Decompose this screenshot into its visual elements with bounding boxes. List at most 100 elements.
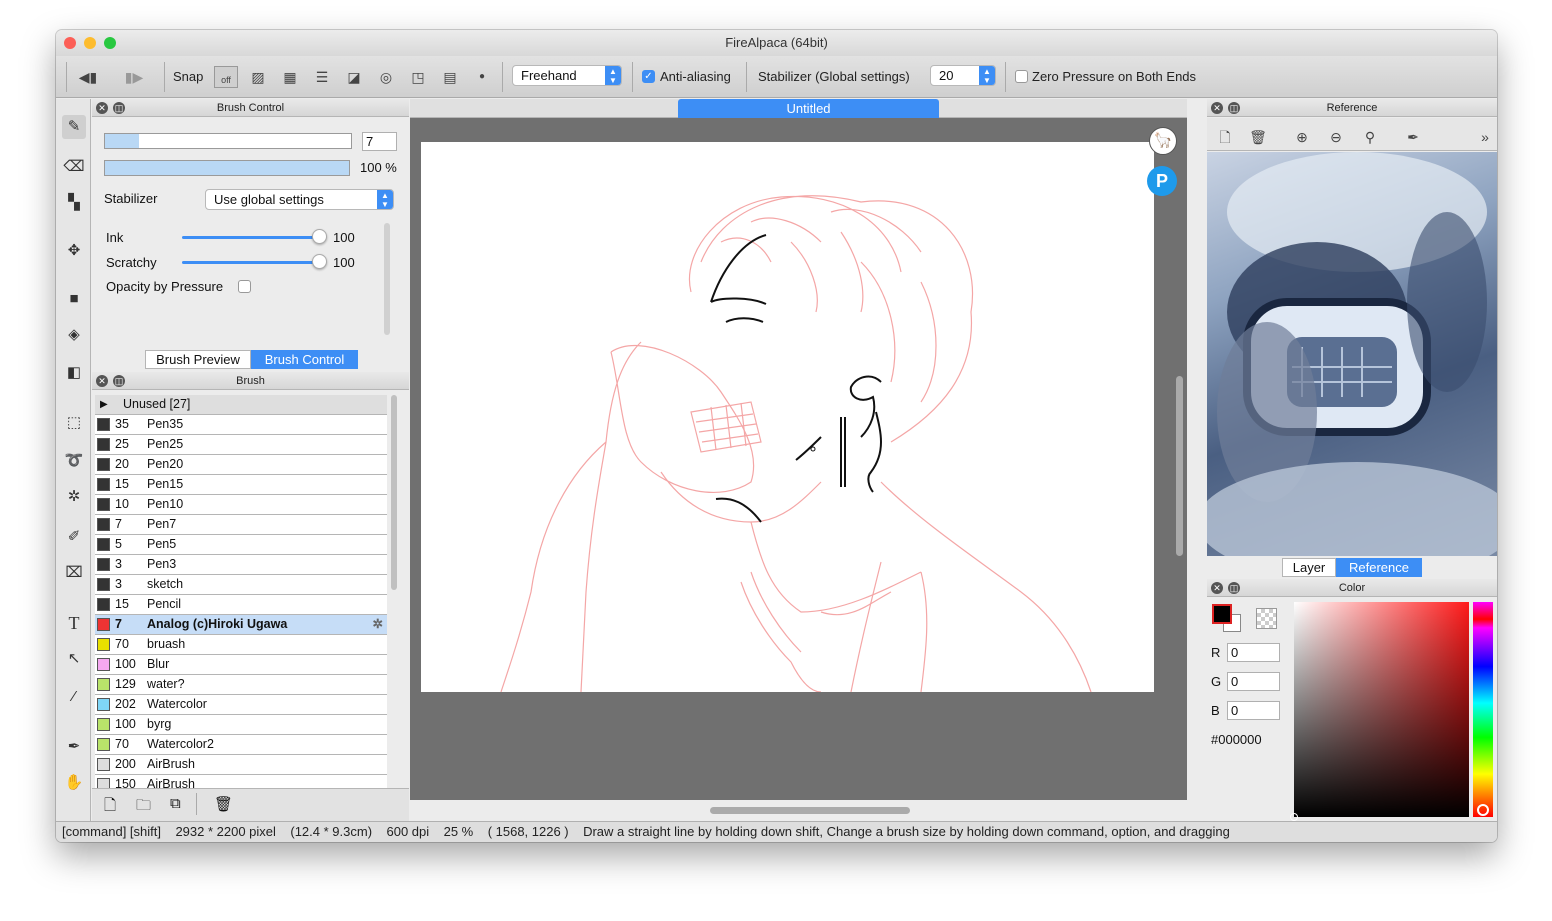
fill-shape-tool-icon[interactable]: ■ — [62, 287, 86, 311]
eyedropper-icon[interactable]: ✒ — [1403, 127, 1423, 147]
snap-3d-icon[interactable]: ▤ — [438, 66, 462, 88]
scratchy-slider-knob[interactable] — [312, 254, 327, 269]
reference-image[interactable] — [1207, 152, 1497, 556]
brush-list-item[interactable]: 70 bruash — [95, 635, 387, 655]
new-reference-icon[interactable]: 🗋 — [1215, 127, 1235, 147]
ink-slider-knob[interactable] — [312, 229, 327, 244]
brush-list-item[interactable]: 7 Pen7 — [95, 515, 387, 535]
select-pen-tool-icon[interactable]: ✐ — [62, 525, 86, 549]
close-panel-icon[interactable]: ✕ — [96, 102, 108, 114]
snap-curve-icon[interactable]: ◳ — [406, 66, 430, 88]
folder-icon[interactable]: 🗀 — [136, 795, 151, 820]
eraser-tool-icon[interactable]: ⌫ — [62, 155, 86, 179]
draw-mode-select[interactable]: Freehand ▲ ▼ — [512, 65, 622, 86]
snap-circle-icon[interactable]: ◎ — [374, 66, 398, 88]
eyedropper-tool-icon[interactable]: ✒ — [62, 735, 86, 759]
minimize-window-button[interactable] — [84, 37, 96, 49]
brush-list-item[interactable]: 202 Watercolor — [95, 695, 387, 715]
stabilizer-select[interactable]: 20 ▲ ▼ — [930, 65, 996, 86]
brush-size-slider[interactable] — [104, 133, 352, 149]
dot-tool-icon[interactable]: ▚ — [62, 191, 86, 215]
zoom-in-icon[interactable]: ⊕ — [1292, 127, 1312, 147]
detach-panel-icon[interactable]: ◫ — [1228, 102, 1240, 114]
tab-brush-preview[interactable]: Brush Preview — [145, 350, 251, 369]
brush-list-item[interactable]: 3 sketch — [95, 575, 387, 595]
alpaca-mascot-icon[interactable]: 🦙 — [1149, 127, 1177, 155]
overflow-chevron-icon[interactable]: » — [1475, 127, 1495, 147]
ink-slider[interactable] — [182, 236, 322, 239]
brush-size-field[interactable]: 7 — [362, 132, 397, 151]
text-tool-icon[interactable]: T — [62, 611, 86, 635]
snap-point-icon[interactable]: ● — [470, 66, 494, 88]
close-panel-icon[interactable]: ✕ — [1211, 102, 1223, 114]
opacity-pressure-checkbox[interactable] — [238, 280, 251, 293]
drawing-canvas[interactable] — [421, 142, 1154, 692]
zoom-window-button[interactable] — [104, 37, 116, 49]
canvas-vertical-scrollbar[interactable] — [1176, 376, 1183, 556]
select-tool-icon[interactable]: ⬚ — [62, 411, 86, 435]
snap-perspective-icon[interactable]: ◪ — [342, 66, 366, 88]
brush-list-item[interactable]: 20 Pen20 — [95, 455, 387, 475]
disclosure-triangle-icon[interactable]: ▶ — [100, 395, 108, 414]
brush-list-item[interactable]: 129 water? — [95, 675, 387, 695]
hue-slider[interactable] — [1473, 602, 1493, 817]
b-input[interactable]: 0 — [1227, 701, 1280, 720]
brush-list-item[interactable]: 25 Pen25 — [95, 435, 387, 455]
brush-list-item[interactable]: 35 Pen35 — [95, 415, 387, 435]
saturation-value-picker[interactable] — [1290, 602, 1469, 821]
move-tool-icon[interactable]: ✥ — [62, 239, 86, 263]
close-window-button[interactable] — [64, 37, 76, 49]
trash-icon[interactable]: 🗑 — [214, 795, 233, 813]
zero-pressure-checkbox[interactable] — [1015, 70, 1028, 83]
foreground-color-swatch[interactable] — [1212, 604, 1232, 624]
pen-tool-icon[interactable]: ✎ — [62, 115, 86, 139]
brush-control-scrollbar[interactable] — [384, 223, 390, 335]
brush-list-item[interactable]: 3 Pen3 — [95, 555, 387, 575]
brush-list-item[interactable]: 15 Pen15 — [95, 475, 387, 495]
brush-list-item[interactable]: 100 Blur — [95, 655, 387, 675]
canvas-horizontal-scrollbar[interactable] — [710, 807, 910, 814]
snap-parallel-icon[interactable]: ▨ — [246, 66, 270, 88]
brush-list-item[interactable]: 70 Watercolor2 — [95, 735, 387, 755]
tab-reference[interactable]: Reference — [1336, 558, 1422, 577]
brush-list-item[interactable]: 5 Pen5 — [95, 535, 387, 555]
scratchy-slider[interactable] — [182, 261, 322, 264]
brush-list-item[interactable]: 150 AirBrush — [95, 775, 387, 788]
brush-list-item[interactable]: 10 Pen10 — [95, 495, 387, 515]
hand-tool-icon[interactable]: ✋ — [62, 771, 86, 795]
brush-list-item[interactable]: 100 byrg — [95, 715, 387, 735]
g-input[interactable]: 0 — [1227, 672, 1280, 691]
gear-icon[interactable]: ✲ — [373, 615, 383, 634]
duplicate-brush-icon[interactable]: ⧉ — [170, 795, 181, 812]
tab-untitled[interactable]: Untitled — [678, 99, 939, 118]
bucket-tool-icon[interactable]: ◈ — [62, 323, 86, 347]
snap-off-button[interactable]: off — [214, 66, 238, 88]
transparent-color-swatch[interactable] — [1256, 608, 1277, 629]
detach-panel-icon[interactable]: ◫ — [113, 102, 125, 114]
close-panel-icon[interactable]: ✕ — [1211, 582, 1223, 594]
undo-icon[interactable]: ◀▮ — [76, 66, 100, 88]
color-picker-cursor[interactable] — [1290, 813, 1298, 821]
tab-brush-control[interactable]: Brush Control — [251, 350, 358, 369]
operation-tool-icon[interactable]: ↖ — [62, 647, 86, 671]
pixiv-icon[interactable]: P — [1147, 166, 1177, 196]
detach-panel-icon[interactable]: ◫ — [113, 375, 125, 387]
brush-list-item[interactable]: 15 Pencil — [95, 595, 387, 615]
zoom-fit-icon[interactable]: ⚲ — [1360, 127, 1380, 147]
new-brush-icon[interactable]: 🗋 — [104, 795, 116, 820]
lasso-tool-icon[interactable]: ➰ — [62, 449, 86, 473]
brush-opacity-slider[interactable] — [104, 160, 350, 176]
detach-panel-icon[interactable]: ◫ — [1228, 582, 1240, 594]
brush-list-scrollbar[interactable] — [391, 395, 397, 590]
select-eraser-tool-icon[interactable]: ⌧ — [62, 561, 86, 585]
tab-layer[interactable]: Layer — [1282, 558, 1336, 577]
divide-tool-icon[interactable]: ⁄ — [62, 685, 86, 709]
canvas-area[interactable]: 🦙 P — [410, 118, 1187, 800]
redo-icon[interactable]: ▮▶ — [122, 66, 146, 88]
brush-stabilizer-select[interactable]: Use global settings ▲ ▼ — [205, 189, 394, 210]
brush-list-item[interactable]: 200 AirBrush — [95, 755, 387, 775]
trash-icon[interactable]: 🗑 — [1248, 127, 1268, 147]
snap-horizontal-icon[interactable]: ☰ — [310, 66, 334, 88]
r-input[interactable]: 0 — [1227, 643, 1280, 662]
brush-group-row[interactable]: ▶ Unused [27] — [95, 395, 387, 415]
